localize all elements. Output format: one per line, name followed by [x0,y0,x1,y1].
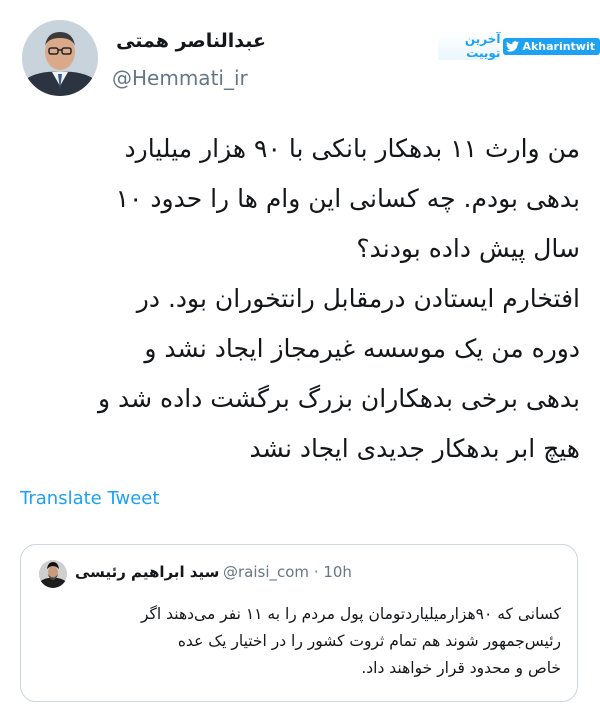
quoted-author-avatar[interactable] [39,560,67,588]
author-display-name[interactable]: عبدالناصر همتی [110,30,266,52]
translate-tweet-link[interactable]: Translate Tweet [20,488,159,509]
author-avatar[interactable] [22,20,98,96]
brand-persian-label: آخرین توییت [438,32,501,60]
quoted-tweet-line: کسانی که ۹۰هزارمیلیاردتومان پول مردم را … [140,605,561,623]
brand-label: Akharintwit [522,39,595,53]
quoted-author-photo [39,560,67,588]
tweet-line: هیچ ابر بدهکار جدیدی ایجاد نشد [249,434,580,463]
author-handle[interactable]: @Hemmati_ir [112,66,248,90]
tweet-line: افتخارم ایستادن درمقابل رانتخوران بود. د… [136,284,580,313]
tweet-text: من وارث ۱۱ بدهکار بانکی با ۹۰ هزار میلیا… [20,124,580,474]
tweet-line: من وارث ۱۱ بدهکار بانکی با ۹۰ هزار میلیا… [124,134,580,163]
brand-pill: Akharintwit [503,37,600,55]
twitter-bird-icon [506,40,520,52]
author-photo [22,20,98,96]
tweet-line: بدهی برخی بدهکاران بزرگ برگشت داده شد و [98,384,580,413]
quoted-handle-time: @raisi_com · 10h [223,563,352,581]
tweet-line: بدهی بودم. چه کسانی این وام ها را حدود ۱… [115,184,580,213]
tweet-header: عبدالناصر همتی @Hemmati_ir آخرین توییت A… [0,0,600,120]
quoted-tweet-line: رئیس‌جمهور شوند هم تمام ثروت کشور را در … [177,632,561,650]
tweet-line: دوره من یک موسسه غیرمجاز ایجاد نشد و [144,334,580,363]
brand-watermark: آخرین توییت Akharintwit [438,32,600,60]
quoted-author-name[interactable]: سید ابراهیم رئیسی [75,563,219,581]
tweet-line: سال پیش داده بودند؟ [356,234,580,263]
quoted-tweet-line: خاص و محدود قرار خواهند داد. [361,659,561,677]
quoted-tweet-text: کسانی که ۹۰هزارمیلیاردتومان پول مردم را … [37,601,561,682]
quoted-tweet-card[interactable]: سید ابراهیم رئیسی @raisi_com · 10h کسانی… [20,544,578,702]
